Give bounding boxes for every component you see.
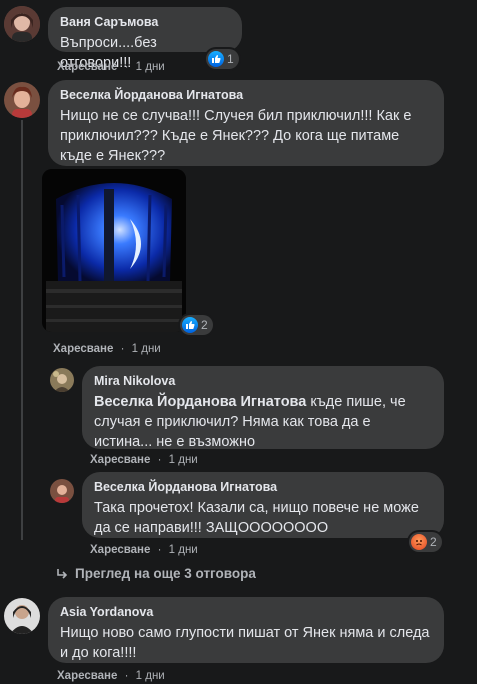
- comment-bubble: Веселка Йорданова Игнатова Така прочетох…: [82, 472, 444, 538]
- reaction-count[interactable]: 1: [206, 49, 239, 69]
- like-link[interactable]: Харесване: [57, 670, 117, 682]
- comment-text: Нищо не се случва!!! Случея бил приключи…: [60, 108, 412, 164]
- timestamp[interactable]: 1 дни: [132, 343, 161, 355]
- comment-meta: Харесване · 1 дни: [90, 544, 198, 556]
- siren-gif[interactable]: [42, 169, 186, 332]
- reaction-count[interactable]: 2: [409, 532, 442, 552]
- comment-bubble: Mira Nikolova Веселка Йорданова Игнатова…: [82, 366, 444, 450]
- comment-bubble: Веселка Йорданова Игнатова Нищо не се сл…: [48, 80, 444, 166]
- comment-author[interactable]: Веселка Йорданова Игнатова: [60, 88, 432, 102]
- comment-bubble: Ваня Саръмова Въпроси....без отговори!!!: [48, 7, 242, 71]
- comment-text: Нищо ново само глупости пишат от Янек ня…: [60, 625, 430, 661]
- avatar[interactable]: [4, 6, 40, 42]
- comment-meta: Харесване · 1 дни: [57, 670, 165, 682]
- avatar[interactable]: [50, 479, 74, 503]
- timestamp[interactable]: 1 дни: [169, 544, 198, 556]
- comment-meta: Харесване · 1 дни: [90, 454, 198, 466]
- timestamp[interactable]: 1 дни: [136, 670, 165, 682]
- comment-author[interactable]: Веселка Йорданова Игнатова: [94, 480, 432, 494]
- avatar[interactable]: [4, 598, 40, 634]
- reply-arrow-icon: [57, 568, 68, 579]
- avatar-photo: [4, 6, 40, 42]
- comment-meta: Харесване · 1 дни: [57, 61, 165, 73]
- reaction-count[interactable]: 2: [180, 315, 213, 335]
- like-icon: [182, 317, 198, 333]
- comment-text: Веселка Йорданова Игнатова къде пише, че…: [94, 394, 406, 450]
- sad-icon: [411, 534, 427, 550]
- avatar-photo: [4, 598, 40, 634]
- view-more-replies[interactable]: Преглед на още 3 отговора: [55, 566, 256, 581]
- like-icon: [208, 51, 224, 67]
- like-link[interactable]: Харесване: [53, 343, 113, 355]
- comment-author[interactable]: Ваня Саръмова: [60, 15, 230, 29]
- timestamp[interactable]: 1 дни: [136, 61, 165, 73]
- siren-image: [42, 169, 186, 332]
- avatar-photo: [4, 82, 40, 118]
- thread-line: [21, 120, 23, 540]
- comment-bubble: Asia Yordanova Нищо ново само глупости п…: [48, 597, 444, 663]
- like-link[interactable]: Харесване: [57, 61, 117, 73]
- comment-author[interactable]: Mira Nikolova: [94, 374, 432, 388]
- timestamp[interactable]: 1 дни: [169, 454, 198, 466]
- avatar-photo: [50, 479, 74, 503]
- comment-meta: Харесване · 1 дни: [53, 343, 161, 355]
- avatar[interactable]: [50, 368, 74, 392]
- comment-text: Така прочетох! Казали са, нищо повече не…: [94, 500, 419, 536]
- mention-link[interactable]: Веселка Йорданова Игнатова: [94, 394, 306, 410]
- like-link[interactable]: Харесване: [90, 454, 150, 466]
- avatar-photo: [50, 368, 74, 392]
- like-link[interactable]: Харесване: [90, 544, 150, 556]
- avatar[interactable]: [4, 82, 40, 118]
- comment-author[interactable]: Asia Yordanova: [60, 605, 432, 619]
